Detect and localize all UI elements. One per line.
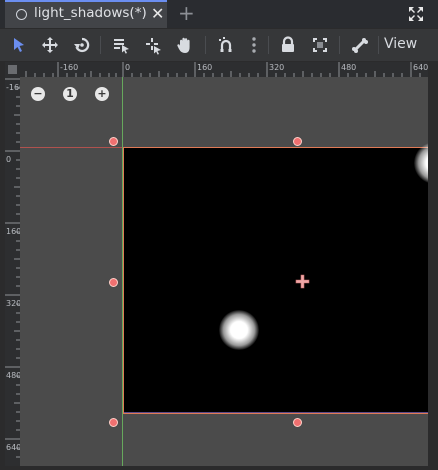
view-menu-button[interactable]: View <box>384 36 417 52</box>
resize-handle[interactable] <box>109 137 118 146</box>
ruler-label: 160 <box>197 63 213 72</box>
distraction-free-icon[interactable] <box>408 6 424 22</box>
toolbar-separator <box>268 36 269 54</box>
ruler-label: 480 <box>341 63 357 72</box>
scene-type-icon <box>16 9 27 20</box>
vertical-ruler: -160 0 160 320 480 640 <box>5 77 24 466</box>
toolbar-separator <box>378 36 379 54</box>
light-sprite[interactable] <box>219 310 259 350</box>
x-axis-line <box>20 147 123 148</box>
close-tab-icon[interactable]: ✕ <box>151 4 164 23</box>
canvas-toolbar: View <box>0 29 438 61</box>
skeleton-bone-icon[interactable] <box>350 35 370 55</box>
select-tool-icon[interactable] <box>9 35 29 55</box>
rotate-tool-icon[interactable] <box>72 35 92 55</box>
toolbar-separator <box>100 36 101 54</box>
resize-handle[interactable] <box>293 418 302 427</box>
resize-handle[interactable] <box>293 137 302 146</box>
ruler-label: 160 <box>6 227 22 236</box>
ruler-label: 480 <box>6 371 22 380</box>
snap-options-icon[interactable] <box>244 35 264 55</box>
pan-tool-icon[interactable] <box>175 35 195 55</box>
zoom-reset-button[interactable]: 1 <box>63 87 77 101</box>
scene-tab-title: light_shadows(*) <box>34 5 147 21</box>
ruler-label: 320 <box>6 299 22 308</box>
ruler-label: 640 <box>6 443 22 452</box>
group-icon[interactable] <box>310 35 330 55</box>
toolbar-separator <box>205 36 206 54</box>
ruler-corner <box>5 62 20 77</box>
horizontal-ruler: -160 0 160 320 480 640 <box>20 62 428 77</box>
ruler-label: 0 <box>6 155 12 164</box>
canvas-viewport[interactable]: − 1 + <box>20 77 428 466</box>
pivot-cross-icon <box>295 274 310 289</box>
ruler-label: -160 <box>60 63 79 72</box>
zoom-out-button[interactable]: − <box>31 87 45 101</box>
add-tab-icon[interactable]: + <box>178 1 195 25</box>
move-tool-icon[interactable] <box>40 35 60 55</box>
scene-tab[interactable]: light_shadows(*) ✕ <box>5 0 167 28</box>
list-selection-icon[interactable] <box>111 35 131 55</box>
ruler-label: 640 <box>413 63 428 72</box>
canvas-editor: -160 0 160 320 480 640 -160 0 160 320 48… <box>5 62 428 466</box>
toolbar-separator <box>339 36 340 54</box>
resize-handle[interactable] <box>109 418 118 427</box>
snap-icon[interactable] <box>216 35 236 55</box>
viewport-bounds <box>124 148 428 413</box>
selected-canvas-rect[interactable] <box>123 142 428 414</box>
zoom-in-button[interactable]: + <box>95 87 109 101</box>
ruler-label: 0 <box>125 63 131 72</box>
pivot-tool-icon[interactable] <box>143 35 163 55</box>
lock-icon[interactable] <box>278 35 298 55</box>
ruler-label: 320 <box>269 63 285 72</box>
scene-tab-bar: light_shadows(*) ✕ + <box>0 0 438 28</box>
resize-handle[interactable] <box>109 278 118 287</box>
